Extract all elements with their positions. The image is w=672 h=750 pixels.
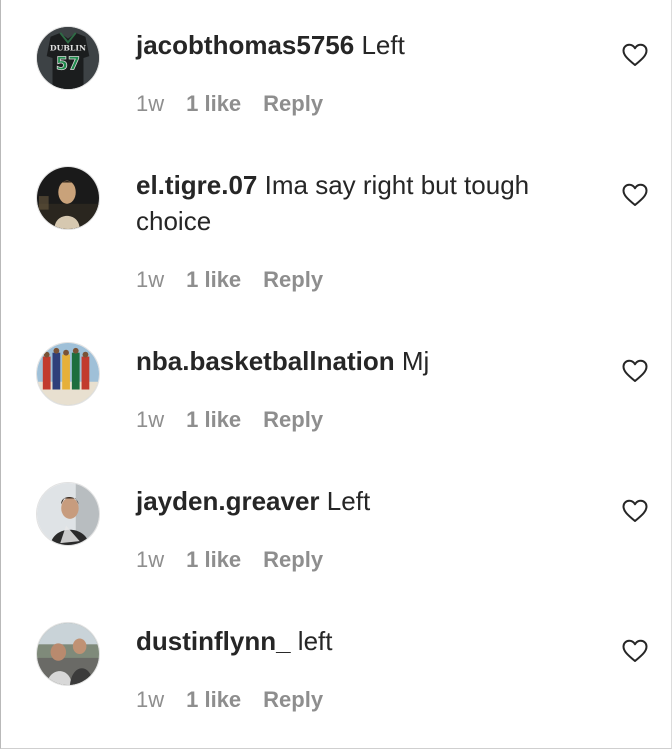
reply-button[interactable]: Reply [263,267,323,292]
comment-meta: 1w 1 like Reply [136,687,323,713]
reply-button[interactable]: Reply [263,687,323,712]
comment-text: jayden.greaver Left [136,483,606,519]
comment-time[interactable]: 1w [136,91,164,116]
avatar[interactable] [36,166,100,230]
comment-likes[interactable]: 1 like [186,267,241,292]
comment-text: jacobthomas5756 Left [136,27,606,63]
reply-button[interactable]: Reply [263,91,323,116]
heart-icon[interactable] [622,183,648,207]
heart-icon[interactable] [622,43,648,67]
comment-text: dustinflynn_ left [136,623,606,659]
person-photo-avatar-icon [37,623,99,685]
comment-time[interactable]: 1w [136,267,164,292]
reply-button[interactable]: Reply [263,547,323,572]
comment-time[interactable]: 1w [136,687,164,712]
comment-likes[interactable]: 1 like [186,407,241,432]
comment-meta: 1w 1 like Reply [136,407,323,433]
comment-username[interactable]: jacobthomas5756 [136,30,354,60]
jersey-avatar-icon: DUBLIN 57 [37,27,99,89]
avatar[interactable] [36,342,100,406]
svg-text:DUBLIN: DUBLIN [50,43,86,52]
comment-username[interactable]: dustinflynn_ [136,626,291,656]
avatar[interactable] [36,482,100,546]
comment-likes[interactable]: 1 like [186,91,241,116]
comment-body: Left [326,486,371,516]
person-photo-avatar-icon [37,483,99,545]
comment-time[interactable]: 1w [136,547,164,572]
comment-body: Left [361,30,405,60]
comment-body: left [297,626,333,656]
comment-text: el.tigre.07 Ima say right but tough choi… [136,167,606,239]
comment-likes[interactable]: 1 like [186,547,241,572]
comment-username[interactable]: jayden.greaver [136,486,320,516]
comment-username[interactable]: nba.basketballnation [136,346,395,376]
comment-time[interactable]: 1w [136,407,164,432]
heart-icon[interactable] [622,499,648,523]
avatar[interactable]: DUBLIN 57 [36,26,100,90]
avatar[interactable] [36,622,100,686]
svg-text:57: 57 [56,55,80,75]
comment-username[interactable]: el.tigre.07 [136,170,257,200]
comment-meta: 1w 1 like Reply [136,91,323,117]
comment-likes[interactable]: 1 like [186,687,241,712]
comment-meta: 1w 1 like Reply [136,267,323,293]
team-photo-avatar-icon [37,343,99,405]
comment-text: nba.basketballnation Mj [136,343,606,379]
reply-button[interactable]: Reply [263,407,323,432]
heart-icon[interactable] [622,359,648,383]
comment-body: Mj [401,346,430,376]
comment-meta: 1w 1 like Reply [136,547,323,573]
person-photo-avatar-icon [37,167,99,229]
heart-icon[interactable] [622,639,648,663]
